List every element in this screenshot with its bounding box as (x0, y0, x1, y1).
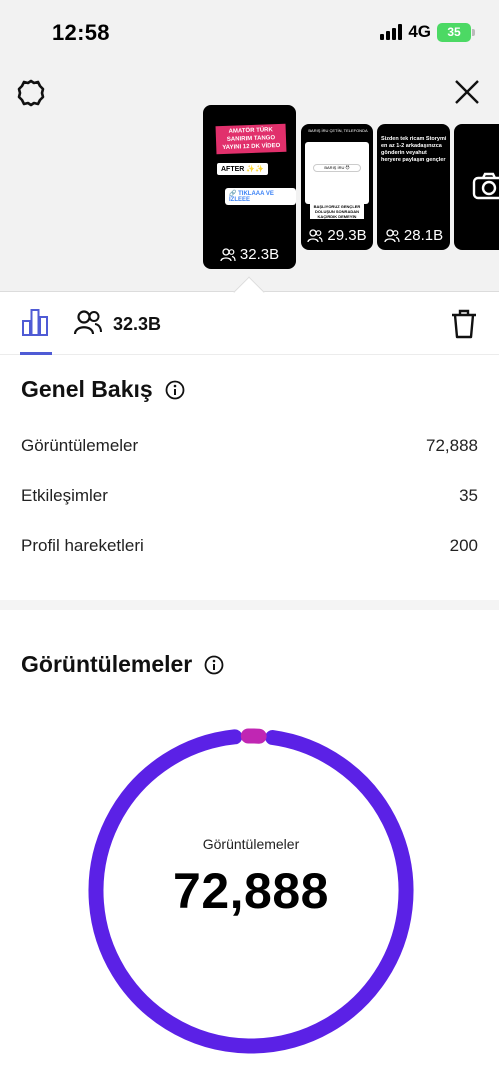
metric-label: Görüntülemeler (21, 436, 139, 455)
story-strip: AMATÖR TÜRK SANIRIM TANGO YAYINI 12 DK V… (0, 62, 499, 292)
overview-title: Genel Bakış (21, 376, 153, 402)
story-card: BARIŞ İRU 😈 (305, 142, 369, 204)
network-type: 4G (408, 22, 431, 41)
story-reach-count: 28.1B (403, 227, 444, 244)
story-sticker: AFTER ✨✨ (217, 163, 268, 175)
people-icon (220, 247, 236, 261)
metric-row-views: Görüntülemeler 72,888 (21, 436, 478, 456)
trash-icon[interactable] (449, 308, 479, 340)
metric-value: 35 (459, 486, 478, 505)
tab-active-indicator (20, 352, 52, 355)
signal-icon (380, 24, 403, 40)
story-reach-count: 32.3B (239, 246, 280, 263)
people-icon (384, 228, 400, 242)
section-divider (0, 600, 499, 610)
story-card-text: BARIŞ İRU 😈 (313, 164, 361, 172)
status-time: 12:58 (52, 20, 110, 45)
ring-label: Görüntülemeler (202, 836, 300, 852)
views-heading: Görüntülemeler (21, 651, 224, 678)
story-caption: Sizden tek ricam Storymi en az 1-2 arkad… (381, 136, 447, 163)
ring-value: 72,888 (173, 863, 329, 919)
battery-icon: 35 (437, 22, 475, 42)
audience-count: 32.3B (113, 314, 162, 334)
metric-value: 72,888 (426, 436, 478, 455)
status-indicators: 4G 35 (380, 22, 475, 42)
story-sticker: BAŞLIYORUZ GENÇLER DOLUŞUN SONRADAN KAÇI… (310, 204, 364, 219)
people-icon (307, 228, 323, 242)
story-reach: 29.3B (301, 227, 373, 244)
battery-level: 35 (447, 25, 461, 39)
metric-row-profile-activity: Profil hareketleri 200 (21, 536, 478, 556)
story-reach-count: 29.3B (327, 227, 367, 244)
story-reach: 28.1B (377, 227, 450, 244)
story-caption: BARIŞ İRU ÇETİN, TELEFONDA (308, 128, 368, 133)
people-icon[interactable] (73, 310, 103, 336)
story-thumbnail[interactable]: Sizden tek ricam Storymi en az 1-2 arkad… (377, 124, 450, 250)
overview-heading: Genel Bakış (21, 376, 185, 403)
status-bar: 12:58 4G 35 (0, 0, 499, 62)
story-thumbnail-selected[interactable]: AMATÖR TÜRK SANIRIM TANGO YAYINI 12 DK V… (203, 105, 296, 269)
close-icon[interactable] (451, 76, 483, 108)
info-icon[interactable] (165, 380, 185, 400)
bar-chart-icon[interactable] (20, 307, 50, 337)
story-caption: AMATÖR TÜRK SANIRIM TANGO YAYINI 12 DK V… (215, 123, 287, 155)
metric-label: Etkileşimler (21, 486, 108, 505)
story-link-sticker: 🔗 TIKLAAA VE İZLEEE (225, 188, 296, 205)
metric-label: Profil hareketleri (21, 536, 144, 555)
gear-icon[interactable] (16, 78, 46, 108)
story-thumbnail[interactable]: BARIŞ İRU ÇETİN, TELEFONDA BARIŞ İRU 😈 B… (301, 124, 373, 250)
views-title: Görüntülemeler (21, 651, 193, 677)
story-reach: 32.3B (203, 246, 296, 263)
story-thumbnail-camera[interactable] (454, 124, 499, 250)
camera-icon (472, 172, 499, 200)
metric-value: 200 (449, 536, 478, 555)
info-icon[interactable] (204, 655, 224, 675)
metric-row-interactions: Etkileşimler 35 (21, 486, 478, 506)
